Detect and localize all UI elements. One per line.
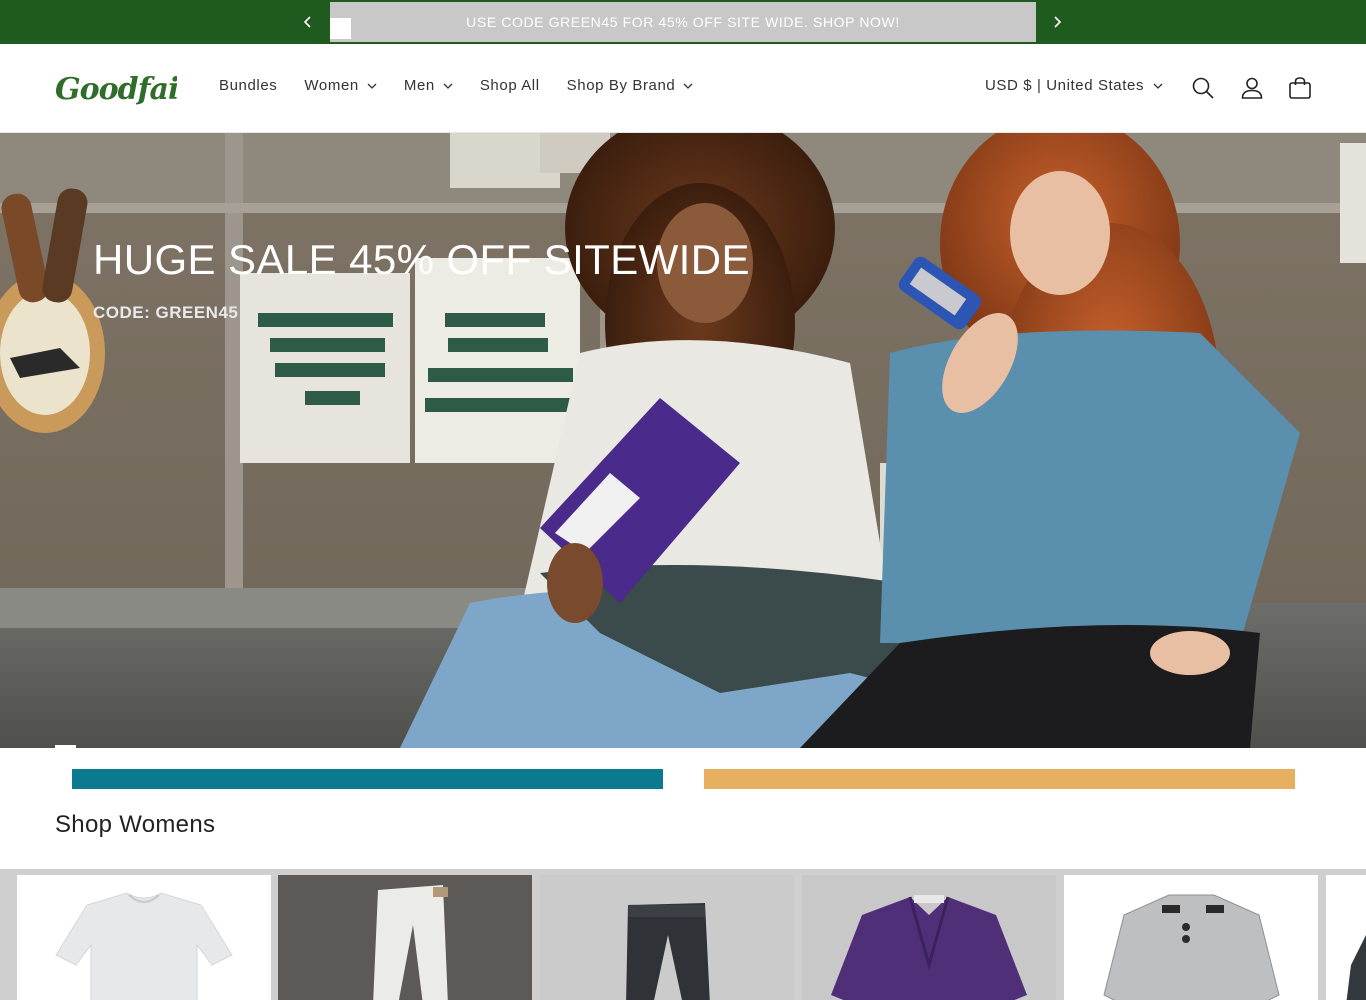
currency-label: USD $ | United States <box>985 77 1145 94</box>
hero-subtitle: CODE: GREEN45 <box>93 303 239 322</box>
product-card[interactable] <box>17 875 271 1000</box>
product-image <box>278 875 532 1000</box>
nav-shop-by-brand[interactable]: Shop By Brand <box>567 77 694 94</box>
product-image <box>1346 935 1366 1000</box>
product-card[interactable] <box>1326 875 1366 1000</box>
slide-indicator[interactable] <box>55 745 76 748</box>
nav-label: Shop All <box>479 77 540 94</box>
currency-selector[interactable]: USD $ | United States <box>985 77 1163 94</box>
svg-text:Goodfair: Goodfair <box>55 72 177 107</box>
hero-title: HUGE SALE 45% OFF SITEWIDE <box>93 236 750 283</box>
nav-shop-all[interactable]: Shop All <box>480 77 540 94</box>
section-title: Shop Womens <box>55 811 216 838</box>
product-carousel <box>0 869 1366 1000</box>
announcement-marker <box>330 18 351 39</box>
product-card[interactable] <box>1064 875 1318 1000</box>
cart-icon[interactable] <box>1287 75 1313 101</box>
product-image <box>802 875 1056 1000</box>
announcement-message-box: USE CODE GREEN45 FOR 45% OFF SITE WIDE. … <box>330 2 1036 42</box>
nav-label: Men <box>403 77 435 94</box>
product-image <box>55 892 233 1000</box>
product-card[interactable] <box>278 875 532 1000</box>
chevron-down-icon <box>683 83 693 89</box>
announcement-link[interactable]: USE CODE GREEN45 FOR 45% OFF SITE WIDE. … <box>330 2 1036 42</box>
chevron-down-icon <box>1153 83 1163 89</box>
chevron-right-icon[interactable] <box>1047 12 1067 32</box>
nav-women[interactable]: Women <box>304 77 377 94</box>
nav-label: Shop By Brand <box>566 77 676 94</box>
product-image <box>540 875 794 1000</box>
nav-bundles[interactable]: Bundles <box>219 77 277 94</box>
account-icon[interactable] <box>1239 75 1265 101</box>
nav-label: Bundles <box>219 77 278 94</box>
hero-image <box>0 133 1366 748</box>
hero-banner[interactable]: HUGE SALE 45% OFF SITEWIDE CODE: GREEN45 <box>0 133 1366 748</box>
collection-banner-left[interactable] <box>72 769 663 789</box>
product-card[interactable] <box>802 875 1056 1000</box>
search-icon[interactable] <box>1190 75 1216 101</box>
site-header: Goodfair Bundles Women Men Shop All Shop… <box>0 44 1366 133</box>
product-card[interactable] <box>540 875 794 1000</box>
announcement-bar: USE CODE GREEN45 FOR 45% OFF SITE WIDE. … <box>0 0 1366 44</box>
chevron-down-icon <box>367 83 377 89</box>
nav-label: Women <box>304 77 359 94</box>
main-nav: Bundles Women Men Shop All Shop By Brand <box>219 77 720 94</box>
product-image <box>1103 894 1280 1000</box>
goodfair-logo[interactable]: Goodfair <box>55 68 197 108</box>
nav-men[interactable]: Men <box>404 77 453 94</box>
chevron-down-icon <box>443 83 453 89</box>
chevron-left-icon[interactable] <box>298 12 318 32</box>
collection-banner-right[interactable] <box>704 769 1295 789</box>
